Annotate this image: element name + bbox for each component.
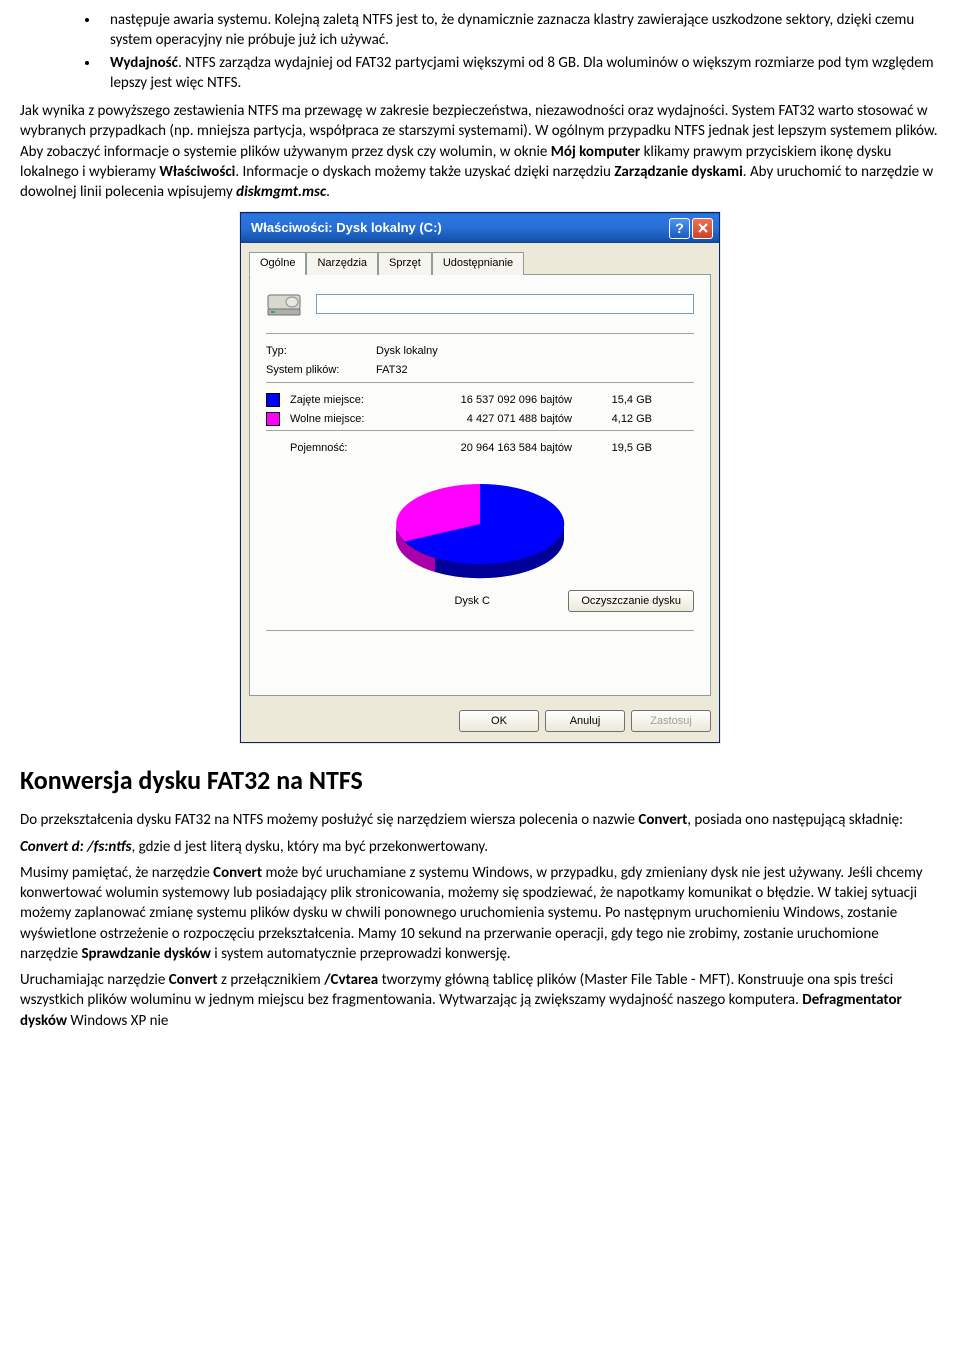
drive-header-row <box>266 289 694 319</box>
titlebar: Właściwości: Dysk lokalny (C:) ? <box>241 213 719 243</box>
row-used: Zajęte miejsce: 16 537 092 096 bajtów 15… <box>266 393 694 408</box>
free-label: Wolne miejsce: <box>290 412 396 427</box>
p2-s1: Do przekształcenia dysku FAT32 na NTFS m… <box>20 811 638 829</box>
spacer <box>266 641 694 681</box>
p5-s2: z przełącznikiem <box>218 971 324 989</box>
bullet-list: następuje awaria systemu. Kolejną zaletą… <box>20 10 940 93</box>
p1-bi: diskmgmt.msc <box>236 183 326 201</box>
p3-bi: Convert d: /fs:ntfs <box>20 838 132 856</box>
tab-strip: Ogólne Narzędzia Sprzęt Udostępnianie <box>241 243 719 274</box>
fs-value: FAT32 <box>376 363 408 378</box>
ok-button[interactable]: OK <box>459 710 539 732</box>
close-icon <box>698 223 708 233</box>
tab-general[interactable]: Ogólne <box>249 252 306 275</box>
paragraph-2: Do przekształcenia dysku FAT32 na NTFS m… <box>20 810 940 830</box>
p1-s5: . <box>326 183 330 201</box>
cap-label: Pojemność: <box>290 441 396 456</box>
p3-rest: , gdzie d jest literą dysku, który ma by… <box>132 838 488 856</box>
p5-s1: Uruchamiając narzędzie <box>20 971 169 989</box>
p2-b1: Convert <box>638 811 687 829</box>
pie-label: Dysk C <box>266 594 568 609</box>
p2-s2: , posiada ono następującą składnię: <box>687 811 903 829</box>
dialog-container: Właściwości: Dysk lokalny (C:) ? Ogólne … <box>20 212 940 743</box>
cap-bytes: 20 964 163 584 bajtów <box>396 441 572 456</box>
paragraph-3: Convert d: /fs:ntfs, gdzie d jest literą… <box>20 837 940 857</box>
paragraph-5: Uruchamiając narzędzie Convert z przełąc… <box>20 970 940 1031</box>
bullet-2-text: . NTFS zarządza wydajniej od FAT32 party… <box>110 54 934 92</box>
divider-3 <box>266 430 694 431</box>
row-type: Typ: Dysk lokalny <box>266 344 694 359</box>
paragraph-4: Musimy pamiętać, że narzędzie Convert mo… <box>20 863 940 964</box>
bullet-item-1: następuje awaria systemu. Kolejną zaletą… <box>100 10 940 51</box>
tab-tools[interactable]: Narzędzia <box>306 252 378 275</box>
tab-panel-general: Typ: Dysk lokalny System plików: FAT32 Z… <box>249 274 711 696</box>
tab-hardware[interactable]: Sprzęt <box>378 252 432 275</box>
close-button[interactable] <box>692 218 713 239</box>
free-gb: 4,12 GB <box>572 412 652 427</box>
row-free: Wolne miejsce: 4 427 071 488 bajtów 4,12… <box>266 412 694 427</box>
used-gb: 15,4 GB <box>572 393 652 408</box>
paragraph-1: Jak wynika z powyższego zestawienia NTFS… <box>20 101 940 202</box>
apply-button[interactable]: Zastosuj <box>631 710 711 732</box>
dialog-title: Właściwości: Dysk lokalny (C:) <box>251 219 442 237</box>
type-value: Dysk lokalny <box>376 344 438 359</box>
divider-2 <box>266 382 694 383</box>
tab-sharing[interactable]: Udostępnianie <box>432 252 524 275</box>
p5-b1: Convert <box>169 971 218 989</box>
row-capacity: Pojemność: 20 964 163 584 bajtów 19,5 GB <box>290 441 694 456</box>
p5-s4: Windows XP nie <box>67 1012 168 1030</box>
pie-chart <box>380 474 580 584</box>
cancel-button[interactable]: Anuluj <box>545 710 625 732</box>
titlebar-buttons: ? <box>669 218 713 239</box>
divider-4 <box>266 630 694 631</box>
drive-icon <box>266 289 302 319</box>
row-fs: System plików: FAT32 <box>266 363 694 378</box>
free-color-swatch <box>266 412 280 426</box>
drive-name-input[interactable] <box>316 294 694 314</box>
bullet-item-2: Wydajność. NTFS zarządza wydajniej od FA… <box>100 53 940 94</box>
pie-footer-row: Dysk C Oczyszczanie dysku <box>266 590 694 612</box>
heading-konwersja: Konwersja dysku FAT32 na NTFS <box>20 763 940 798</box>
p1-b3: Zarządzanie dyskami <box>614 163 742 181</box>
properties-dialog: Właściwości: Dysk lokalny (C:) ? Ogólne … <box>240 212 720 743</box>
cap-gb: 19,5 GB <box>572 441 652 456</box>
p1-s3: . Informacje o dyskach możemy także uzys… <box>235 163 614 181</box>
bullet-1-text: następuje awaria systemu. Kolejną zaletą… <box>110 11 914 49</box>
disk-cleanup-button[interactable]: Oczyszczanie dysku <box>568 590 694 612</box>
p4-s1: Musimy pamiętać, że narzędzie <box>20 864 213 882</box>
used-bytes: 16 537 092 096 bajtów <box>396 393 572 408</box>
bullet-2-head: Wydajność <box>110 54 178 72</box>
help-button[interactable]: ? <box>669 218 690 239</box>
used-label: Zajęte miejsce: <box>290 393 396 408</box>
p5-b2: /Cvtarea <box>324 971 378 989</box>
pie-chart-wrap <box>266 474 694 584</box>
p4-s3: i system automatycznie przeprowadzi konw… <box>211 945 511 963</box>
divider-1 <box>266 333 694 334</box>
type-label: Typ: <box>266 344 376 359</box>
dialog-buttons: OK Anuluj Zastosuj <box>241 704 719 742</box>
fs-label: System plików: <box>266 363 376 378</box>
free-bytes: 4 427 071 488 bajtów <box>396 412 572 427</box>
p4-b1: Convert <box>213 864 262 882</box>
p1-b2: Właściwości <box>159 163 235 181</box>
used-color-swatch <box>266 393 280 407</box>
p1-b1: Mój komputer <box>551 143 640 161</box>
p4-b2: Sprawdzanie dysków <box>81 945 210 963</box>
